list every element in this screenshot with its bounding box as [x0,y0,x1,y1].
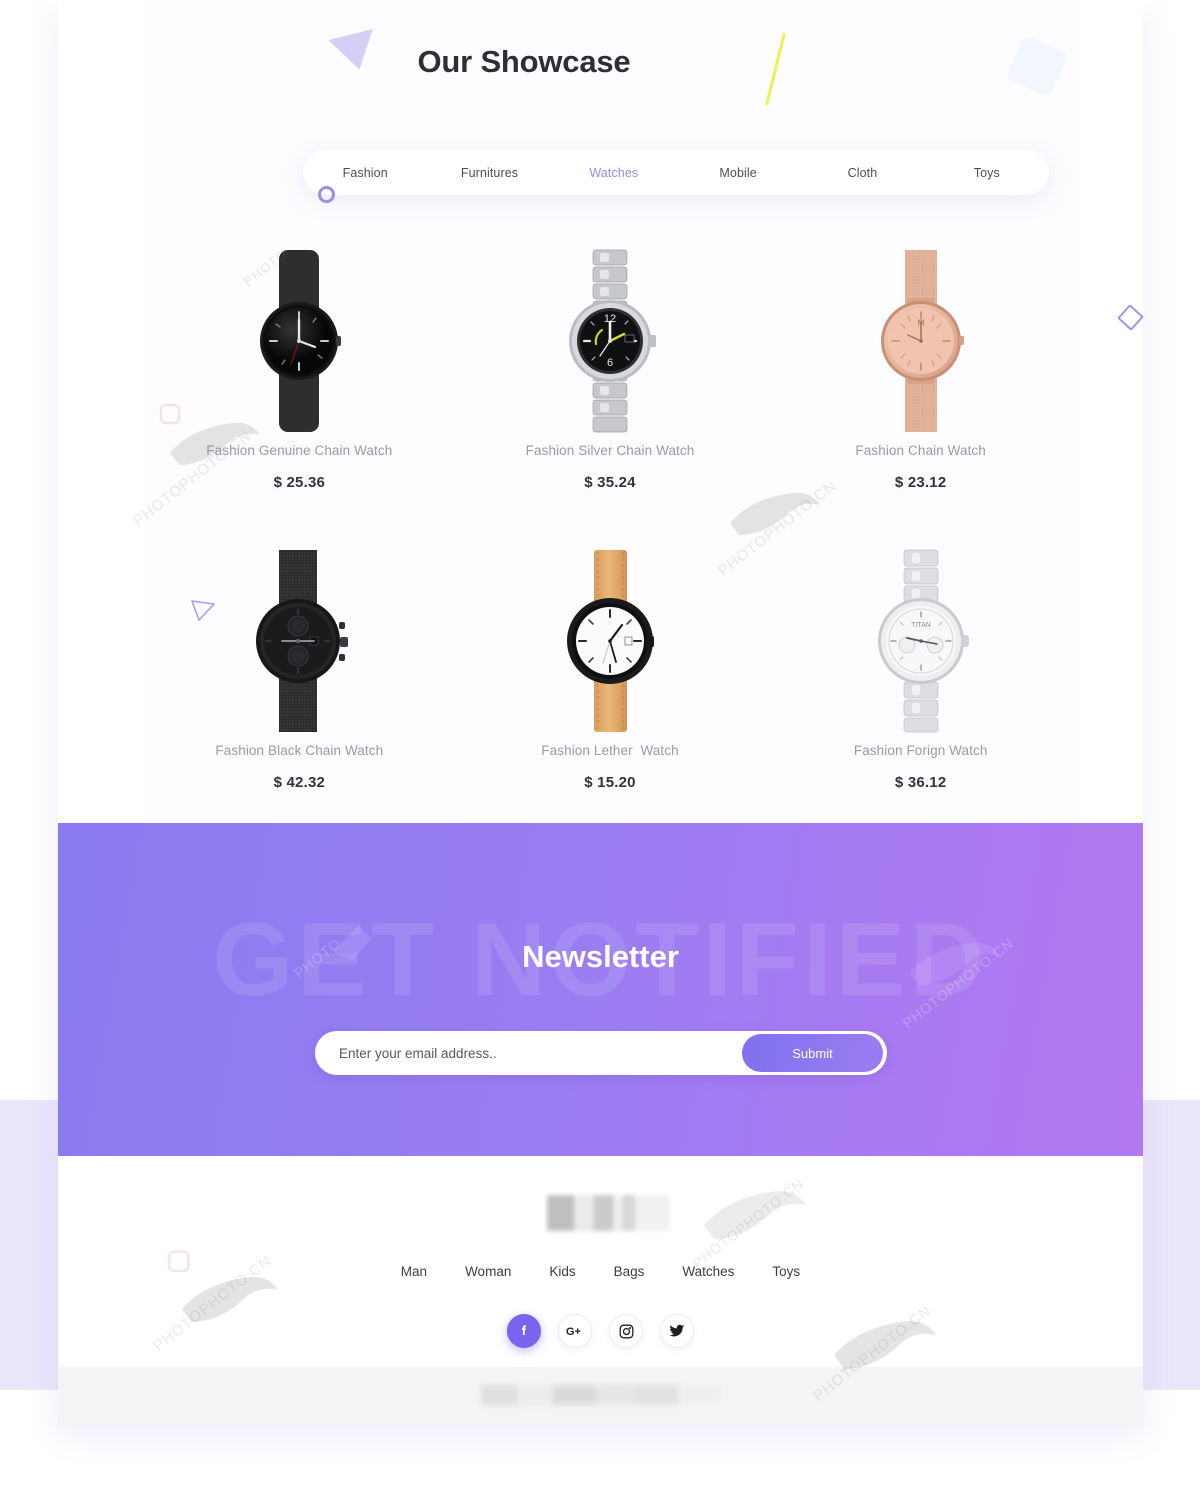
product-price: $ 42.32 [273,774,326,791]
product-name: Fashion Lether Watch [541,743,679,758]
submit-button[interactable]: Submit [742,1034,883,1072]
footer-nav[interactable]: Man Woman Kids Bags Watches Toys [58,1264,1143,1279]
product-image: TITAN [765,538,1076,743]
product-name: Fashion Black Chain Watch [215,743,384,758]
product-name: Fashion Silver Chain Watch [525,443,695,458]
tab-mobile[interactable]: Mobile [676,166,800,180]
product-grid: Fashion Genuine Chain Watch $ 25.36 12 6… [144,238,1076,838]
tab-fashion[interactable]: Fashion [303,166,427,180]
tab-toys[interactable]: Toys [925,166,1049,180]
footer-section: Man Woman Kids Bags Watches Toys G+ [58,1156,1143,1367]
social-links: G+ [58,1314,1143,1348]
product-card[interactable]: TITAN Fashion Forign Watch $ 36.12 [765,538,1076,838]
tab-cloth[interactable]: Cloth [800,166,924,180]
tab-watches[interactable]: Watches [552,166,676,180]
svg-text:G+: G+ [566,1326,581,1338]
footer-link-watches[interactable]: Watches [682,1264,734,1279]
footer-bottom-bar [58,1367,1143,1425]
footer-link-kids[interactable]: Kids [549,1264,575,1279]
diamond-decoration-icon [1117,304,1144,331]
page-title: Our Showcase [417,44,631,79]
product-name: Fashion Forign Watch [853,743,988,758]
twitter-icon[interactable] [660,1314,694,1348]
product-price: $ 36.12 [894,774,947,791]
product-name: Fashion Genuine Chain Watch [206,443,393,458]
product-image: M [765,238,1076,443]
category-tabbar[interactable]: Fashion Furnitures Watches Mobile Cloth … [303,150,1049,195]
ring-decoration-icon [318,186,335,203]
product-card[interactable]: M [765,238,1076,538]
svg-text:6: 6 [607,357,613,369]
product-price: $ 23.12 [894,474,947,491]
product-price: $ 35.24 [584,474,636,491]
instagram-icon[interactable] [609,1314,643,1348]
google-plus-icon[interactable]: G+ [558,1314,592,1348]
footer-link-toys[interactable]: Toys [772,1264,800,1279]
product-image: 12 6 [455,238,766,443]
tab-furnitures[interactable]: Furnitures [427,166,551,180]
facebook-icon[interactable] [507,1314,541,1348]
product-image [455,538,766,743]
footer-logo [547,1195,669,1231]
footer-link-woman[interactable]: Woman [465,1264,511,1279]
page-card: Our Showcase Fashion Furnitures Watches … [58,0,1144,1425]
product-name: Fashion Chain Watch [855,443,986,458]
svg-text:TITAN: TITAN [911,622,931,629]
product-card[interactable]: Fashion Genuine Chain Watch $ 25.36 [144,238,455,538]
product-price: $ 15.20 [584,774,636,791]
product-card[interactable]: Fashion Black Chain Watch $ 42.32 [144,538,455,838]
newsletter-section: GET NOTIFIED Newsletter Submit [58,823,1143,1156]
footer-link-man[interactable]: Man [401,1264,427,1279]
footer-link-bags[interactable]: Bags [614,1264,645,1279]
product-card[interactable]: 12 6 Fashion Silver Chain Watch $ 35.24 [455,238,766,538]
product-price: $ 25.36 [273,474,326,491]
newsletter-form: Submit [315,1031,887,1075]
product-card[interactable]: Fashion Lether Watch $ 15.20 [455,538,766,838]
product-image [144,538,455,743]
outline-triangle-decoration-icon [191,600,215,621]
newsletter-title: Newsletter [522,939,679,974]
footer-copyright-blurred [481,1385,721,1405]
email-input[interactable] [315,1045,742,1061]
product-image [144,238,455,443]
